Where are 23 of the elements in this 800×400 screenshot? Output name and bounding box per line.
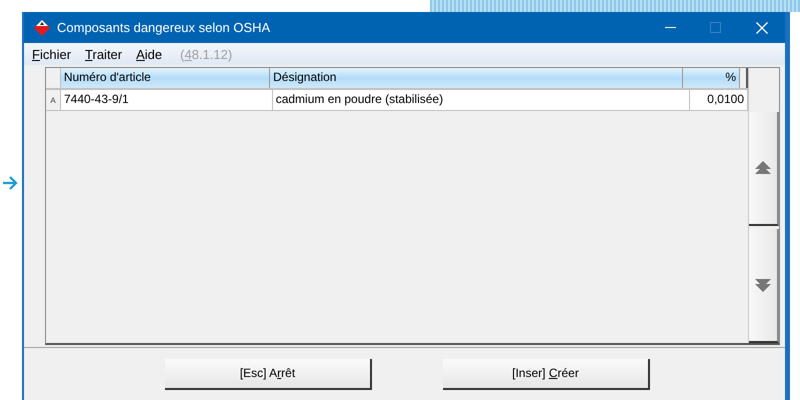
menu-item[interactable]: Aide — [136, 46, 162, 62]
table-cell: 7440-43-9/1 — [60, 90, 273, 110]
double-up-arrow-icon — [754, 160, 772, 176]
double-down-arrow-icon — [754, 277, 772, 293]
window-title: Composants dangereux selon OSHA — [57, 20, 272, 35]
maximize-icon — [710, 22, 722, 34]
table-cell: 0,0100 — [690, 90, 748, 110]
column-header[interactable]: Numéro d'article — [60, 68, 270, 88]
scroll-up-button[interactable] — [749, 112, 779, 226]
column-header[interactable]: Désignation — [270, 68, 683, 88]
scroll-down-button[interactable] — [749, 229, 779, 343]
menu-item: (48.1.12) — [180, 46, 232, 62]
close-icon — [756, 22, 768, 34]
action-button[interactable]: [Inser] Créer — [443, 358, 650, 390]
menu-item[interactable]: Traiter — [85, 46, 122, 62]
minimize-icon — [664, 27, 676, 28]
table-cell: cadmium en poudre (stabilisée) — [272, 90, 690, 110]
arrow-icon — [2, 176, 18, 190]
hazard-logo-icon — [33, 18, 51, 36]
column-header[interactable]: % — [682, 68, 740, 88]
row-marker: A — [46, 90, 61, 110]
action-button[interactable]: [Esc] Arrêt — [165, 358, 372, 390]
menu-item[interactable]: Fichier — [32, 46, 72, 62]
